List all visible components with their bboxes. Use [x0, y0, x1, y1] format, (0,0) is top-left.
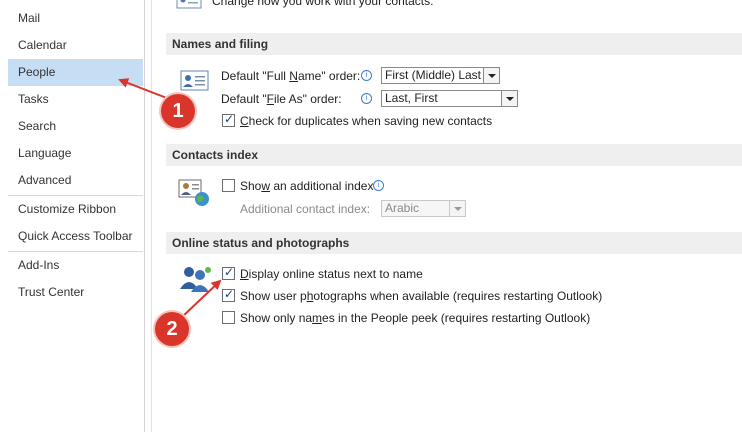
- sidebar-item-tasks[interactable]: Tasks: [8, 86, 143, 113]
- show-only-names-label[interactable]: Show only names in the People peek (requ…: [240, 311, 590, 325]
- show-user-photographs-checkbox[interactable]: [222, 287, 235, 302]
- sidebar-item-add-ins[interactable]: Add-Ins: [8, 252, 143, 279]
- people-online-icon: [180, 267, 211, 292]
- file-as-order-label: Default "File As" order:: [221, 92, 342, 106]
- dropdown-arrow-icon: [449, 201, 465, 216]
- sidebar-item-people[interactable]: People: [8, 59, 143, 86]
- display-online-status-label[interactable]: Display online status next to name: [240, 267, 423, 281]
- dropdown-arrow-icon[interactable]: [483, 68, 499, 83]
- section-header-online-status: Online status and photographs: [166, 232, 742, 254]
- options-sidebar: Mail Calendar People Tasks Search Langua…: [0, 0, 145, 432]
- sidebar-item-trust-center[interactable]: Trust Center: [8, 279, 143, 306]
- info-icon[interactable]: i: [361, 70, 372, 81]
- check-duplicates-label[interactable]: Check for duplicates when saving new con…: [240, 114, 492, 128]
- show-user-photographs-label[interactable]: Show user photographs when available (re…: [240, 289, 602, 303]
- people-options-panel: Change how you work with your contacts. …: [152, 0, 742, 432]
- sidebar-item-customize-ribbon[interactable]: Customize Ribbon: [8, 196, 143, 223]
- additional-contact-index-label: Additional contact index:: [240, 202, 371, 216]
- annotation-badge-2: 2: [155, 312, 189, 346]
- full-name-order-dropdown[interactable]: First (Middle) Last: [381, 67, 500, 84]
- section-header-contacts-index: Contacts index: [166, 144, 742, 166]
- contact-card-icon: [180, 70, 209, 91]
- sidebar-item-language[interactable]: Language: [8, 140, 143, 167]
- dropdown-arrow-icon[interactable]: [501, 91, 517, 106]
- full-name-order-label: Default "Full Name" order:: [221, 69, 361, 83]
- file-as-order-dropdown[interactable]: Last, First: [381, 90, 518, 107]
- show-only-names-checkbox[interactable]: [222, 311, 235, 324]
- display-online-status-checkbox[interactable]: [222, 265, 235, 280]
- people-description: Change how you work with your contacts.: [212, 0, 434, 8]
- show-additional-index-checkbox[interactable]: [222, 179, 235, 192]
- sidebar-item-quick-access-toolbar[interactable]: Quick Access Toolbar: [8, 223, 143, 250]
- annotation-badge-1: 1: [161, 94, 195, 128]
- show-additional-index-label[interactable]: Show an additional index: [240, 179, 373, 193]
- contact-card-icon: [176, 0, 202, 9]
- full-name-order-value: First (Middle) Last: [385, 68, 482, 82]
- check-duplicates-checkbox[interactable]: [222, 112, 235, 127]
- contacts-index-icon: [178, 179, 209, 206]
- additional-contact-index-dropdown: Arabic: [381, 200, 466, 217]
- sidebar-item-advanced[interactable]: Advanced: [8, 167, 143, 194]
- section-header-names-filing: Names and filing: [166, 33, 742, 55]
- additional-contact-index-value: Arabic: [385, 201, 420, 215]
- info-icon[interactable]: i: [361, 93, 372, 104]
- info-icon[interactable]: i: [373, 180, 384, 191]
- file-as-order-value: Last, First: [385, 91, 438, 105]
- sidebar-item-calendar[interactable]: Calendar: [8, 32, 143, 59]
- sidebar-item-search[interactable]: Search: [8, 113, 143, 140]
- sidebar-item-mail[interactable]: Mail: [8, 5, 143, 32]
